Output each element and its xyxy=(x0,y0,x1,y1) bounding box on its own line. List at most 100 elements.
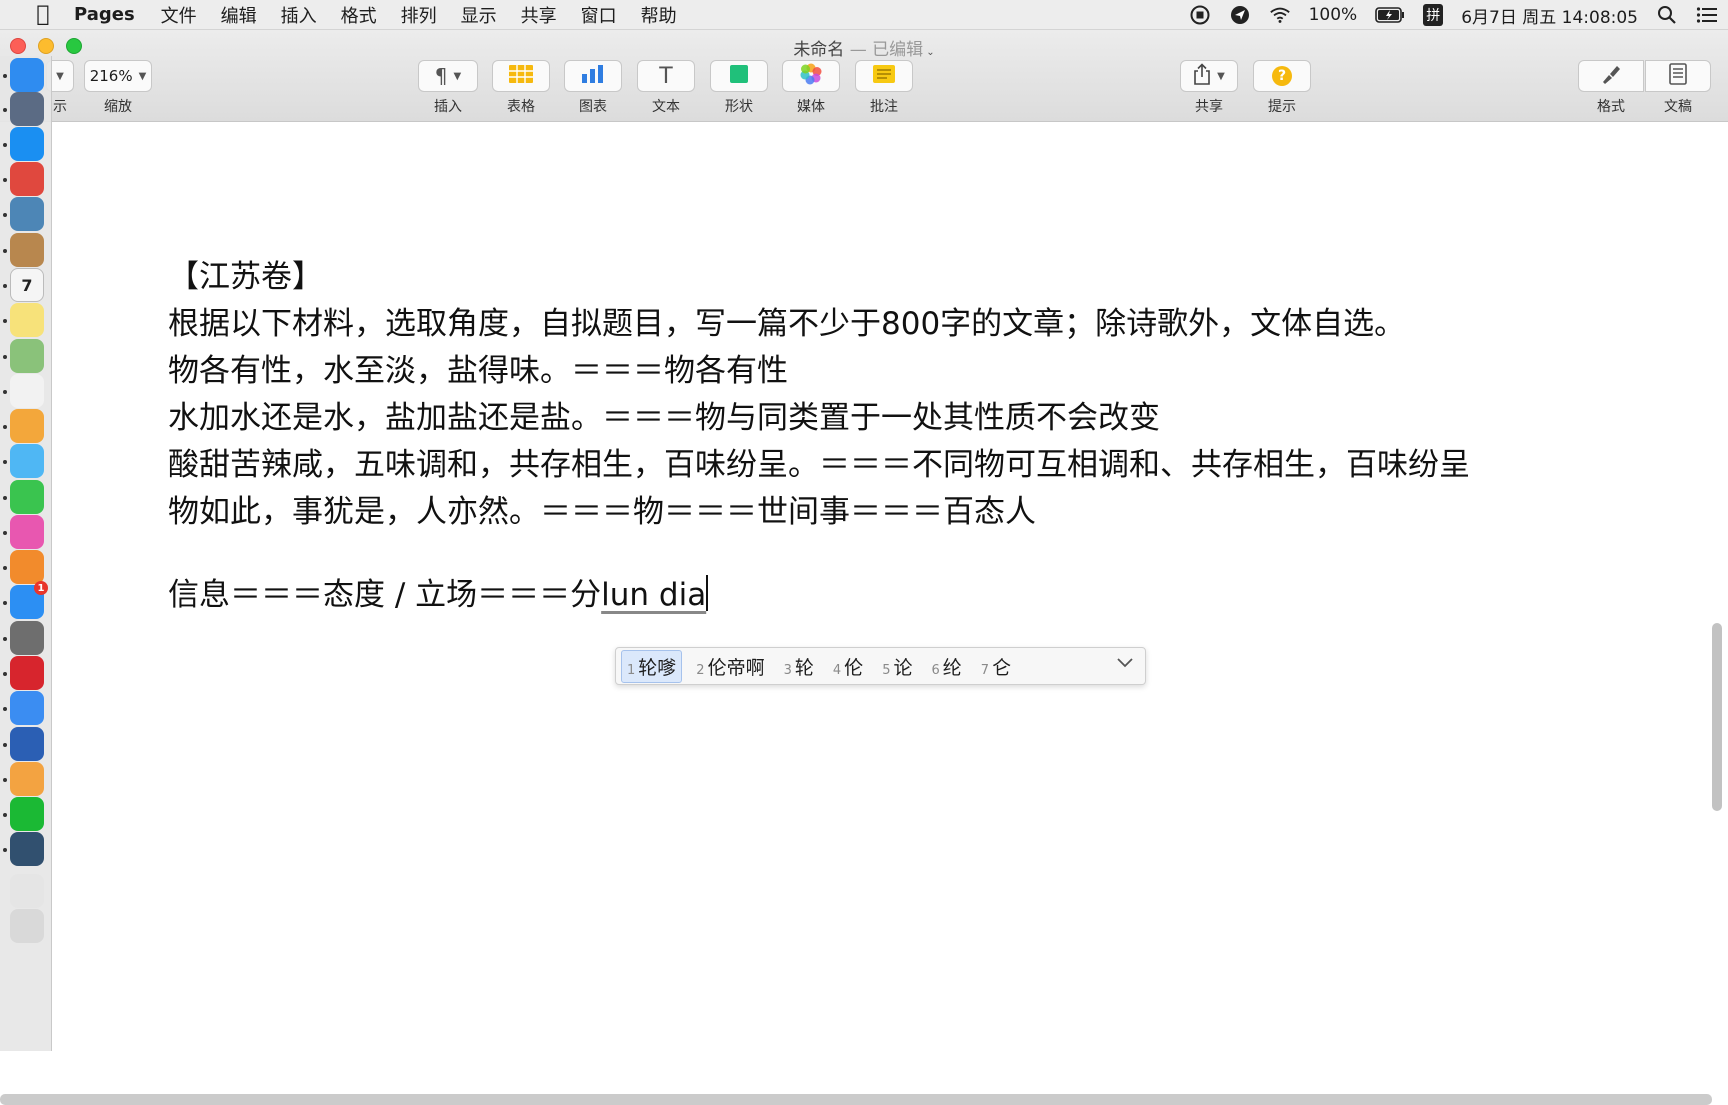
tips-button[interactable]: ? xyxy=(1253,60,1311,92)
ime-candidate-6[interactable]: 6纶 xyxy=(926,651,966,682)
screen-record-icon[interactable] xyxy=(1189,4,1211,26)
reminders-icon[interactable] xyxy=(10,374,44,408)
downloads-icon[interactable] xyxy=(10,874,44,908)
media-button[interactable] xyxy=(782,60,840,92)
table-button[interactable] xyxy=(492,60,550,92)
paragraph-line-4[interactable]: 水加水还是水，盐加盐还是盐。＝＝＝物与同类置于一处其性质不会改变 xyxy=(168,395,1470,442)
document-body[interactable]: 【江苏卷】 根据以下材料，选取角度，自拟题目，写一篇不少于800字的文章；除诗歌… xyxy=(168,254,1470,619)
title-chevron-icon[interactable]: ⌄ xyxy=(923,47,934,58)
document-canvas[interactable]: 【江苏卷】 根据以下材料，选取角度，自拟题目，写一篇不少于800字的文章；除诗歌… xyxy=(52,123,1714,1063)
chart-button[interactable] xyxy=(564,60,622,92)
menu-edit[interactable]: 编辑 xyxy=(221,2,257,28)
paragraph-heading[interactable]: 【江苏卷】 xyxy=(168,254,1470,301)
notification-center-icon[interactable] xyxy=(1696,4,1718,26)
horizontal-scrollbar[interactable] xyxy=(0,1094,1712,1105)
apple-menu-icon[interactable]:  xyxy=(24,2,62,27)
ime-candidate-3[interactable]: 3轮 xyxy=(779,651,819,682)
pages-icon[interactable] xyxy=(10,762,44,796)
paragraph-line-5[interactable]: 酸甜苦辣咸，五味调和，共存相生，百味纷呈。＝＝＝不同物可互相调和、共存相生，百味… xyxy=(168,442,1470,489)
paragraph-line-3[interactable]: 物各有性，水至淡，盐得味。＝＝＝物各有性 xyxy=(168,348,1470,395)
chart-toolbar-item[interactable]: 图表 xyxy=(564,60,622,116)
shape-toolbar-item[interactable]: 形状 xyxy=(710,60,768,116)
menu-window[interactable]: 窗口 xyxy=(581,2,617,28)
zoom-popup-button[interactable]: 216% ▼ xyxy=(84,60,152,92)
comment-button[interactable] xyxy=(855,60,913,92)
menubar-clock[interactable]: 6月7日 周五 14:08:05 xyxy=(1461,3,1638,28)
dock-running-indicator xyxy=(3,637,7,641)
menu-insert[interactable]: 插入 xyxy=(281,2,317,28)
wifi-icon[interactable] xyxy=(1269,4,1291,26)
appstore-icon[interactable]: 1 xyxy=(10,581,48,619)
books-icon[interactable] xyxy=(10,550,44,584)
document-name: 未命名 xyxy=(793,40,845,60)
insert-toolbar-item[interactable]: ¶ ▼ 插入 xyxy=(418,60,478,116)
contacts-icon[interactable] xyxy=(10,233,44,267)
preview-icon[interactable] xyxy=(10,197,44,231)
menu-bar:  Pages 文件 编辑 插入 格式 排列 显示 共享 窗口 帮助 100% … xyxy=(0,0,1728,30)
paragraph-prompt[interactable]: 根据以下材料，选取角度，自拟题目，写一篇不少于800字的文章；除诗歌外，文体自选… xyxy=(168,301,1470,348)
menu-format[interactable]: 格式 xyxy=(341,2,377,28)
paragraph-line-6[interactable]: 物如此，事犹是，人亦然。＝＝＝物＝＝＝世间事＝＝＝百态人 xyxy=(168,489,1470,536)
notes-icon[interactable] xyxy=(10,303,44,337)
chrome-icon[interactable] xyxy=(10,162,44,196)
spotlight-search-icon[interactable] xyxy=(1656,4,1678,26)
shape-button[interactable] xyxy=(710,60,768,92)
quicktime-icon[interactable] xyxy=(10,832,44,866)
battery-icon[interactable] xyxy=(1375,4,1405,26)
feishu-icon[interactable] xyxy=(10,691,44,725)
input-method-indicator[interactable]: 拼 xyxy=(1423,4,1444,26)
format-button[interactable] xyxy=(1578,60,1644,92)
app-menu-pages[interactable]: Pages xyxy=(74,4,135,25)
trash-icon[interactable] xyxy=(10,909,44,943)
format-toolbar-item[interactable]: 格式 xyxy=(1578,60,1644,116)
location-arrow-icon[interactable] xyxy=(1229,4,1251,26)
ime-candidate-5[interactable]: 5论 xyxy=(877,651,917,682)
vertical-scrollbar[interactable] xyxy=(1712,623,1722,811)
ime-candidate-1[interactable]: 1 轮嗲 xyxy=(621,649,683,683)
document-button[interactable] xyxy=(1645,60,1711,92)
menu-help[interactable]: 帮助 xyxy=(641,2,677,28)
system-preferences-icon[interactable] xyxy=(10,621,44,655)
share-button[interactable]: ▼ xyxy=(1180,60,1238,92)
paragraph-current-line[interactable]: 信息＝＝＝态度 / 立场＝＝＝分lun dia xyxy=(168,572,1470,619)
blank-line[interactable] xyxy=(168,536,1470,572)
appstore-badge: 1 xyxy=(34,581,48,595)
facetime-icon[interactable] xyxy=(10,480,44,514)
text-toolbar-item[interactable]: T 文本 xyxy=(637,60,695,116)
text-button[interactable]: T xyxy=(637,60,695,92)
itunes-icon[interactable] xyxy=(10,515,44,549)
document-toolbar-item[interactable]: 文稿 xyxy=(1645,60,1711,116)
calendar-icon[interactable]: 7 xyxy=(10,268,44,302)
iqiyi-icon[interactable] xyxy=(10,797,44,831)
media-toolbar-item[interactable]: 媒体 xyxy=(782,60,840,116)
ime-candidate-4[interactable]: 4伦 xyxy=(828,651,868,682)
view-label: 示 xyxy=(53,99,67,115)
launchpad-icon[interactable] xyxy=(10,92,44,126)
document-title[interactable]: 未命名 — 已编辑 ⌄ xyxy=(0,35,1728,60)
menu-file[interactable]: 文件 xyxy=(161,2,197,28)
word-icon[interactable] xyxy=(10,727,44,761)
safari-icon[interactable] xyxy=(10,127,44,161)
ime-expand-chevron-icon[interactable] xyxy=(1117,656,1133,672)
insert-button[interactable]: ¶ ▼ xyxy=(418,60,478,92)
video-player-icon[interactable] xyxy=(10,656,44,690)
share-toolbar-item[interactable]: ▼ 共享 xyxy=(1180,60,1238,116)
menu-view[interactable]: 显示 xyxy=(461,2,497,28)
maps-icon[interactable] xyxy=(10,339,44,373)
zoom-toolbar-item[interactable]: 216% ▼ 缩放 xyxy=(84,60,152,116)
finder-icon[interactable] xyxy=(10,58,44,92)
ime-candidate-2[interactable]: 2 伦帝啊 xyxy=(691,651,769,682)
chart-icon xyxy=(581,65,605,87)
comment-toolbar-item[interactable]: 批注 xyxy=(855,60,913,116)
ime-candidate-7[interactable]: 7仑 xyxy=(976,651,1016,682)
dock-running-indicator xyxy=(3,813,7,817)
table-toolbar-item[interactable]: 表格 xyxy=(492,60,550,116)
photos-icon[interactable] xyxy=(10,409,44,443)
messages-icon[interactable] xyxy=(10,444,44,478)
dock-running-indicator xyxy=(3,778,7,782)
menu-share[interactable]: 共享 xyxy=(521,2,557,28)
tips-toolbar-item[interactable]: ? 提示 xyxy=(1253,60,1311,116)
dock: 71 xyxy=(0,56,52,1051)
menu-arrange[interactable]: 排列 xyxy=(401,2,437,28)
dock-running-indicator xyxy=(3,355,7,359)
